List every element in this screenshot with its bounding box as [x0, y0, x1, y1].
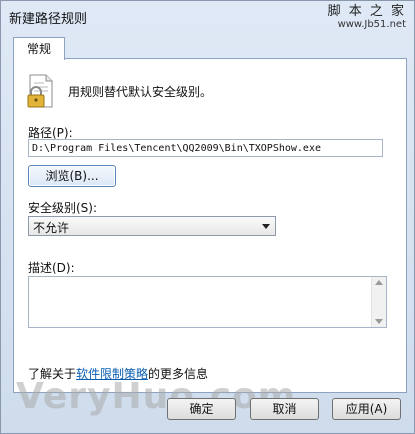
apply-button[interactable]: 应用(A): [332, 398, 401, 420]
vertical-scrollbar[interactable]: [371, 277, 386, 327]
software-restriction-policy-link[interactable]: 软件限制策略: [76, 367, 148, 381]
security-level-value: 不允许: [33, 221, 70, 235]
title-bar[interactable]: 新建路径规则 脚 本 之 家 www.Jb51.net: [1, 1, 414, 31]
tab-general[interactable]: 常规: [13, 37, 65, 60]
scroll-down-icon[interactable]: [375, 319, 383, 324]
cancel-button[interactable]: 取消: [250, 398, 319, 420]
description-label: 描述(D):: [28, 261, 75, 275]
watermark-line2: www.Jb51.net: [337, 19, 406, 30]
learn-prefix: 了解关于: [28, 367, 77, 381]
general-panel: 用规则替代默认安全级别。 路径(P): D:\Program Files\Ten…: [13, 58, 407, 393]
security-level-label: 安全级别(S):: [28, 201, 98, 215]
watermark-top: 脚 本 之 家 www.Jb51.net: [328, 5, 406, 31]
watermark-line1: 脚 本 之 家: [327, 4, 406, 19]
chevron-down-icon: [262, 224, 270, 229]
ok-button[interactable]: 确定: [167, 398, 236, 420]
lock-document-icon: [27, 74, 53, 108]
learn-suffix: 的更多信息: [148, 367, 209, 381]
dialog-window: 新建路径规则 脚 本 之 家 www.Jb51.net 常规 用规则替代默认安全…: [0, 0, 415, 434]
path-input[interactable]: D:\Program Files\Tencent\QQ2009\Bin\TXOP…: [28, 139, 383, 157]
browse-button[interactable]: 浏览(B)...: [28, 165, 116, 187]
security-level-select[interactable]: 不允许: [28, 216, 276, 236]
window-title: 新建路径规则: [9, 12, 88, 27]
rule-description: 用规则替代默认安全级别。: [68, 85, 213, 99]
learn-more-text: 了解关于软件限制策略的更多信息: [28, 365, 208, 382]
description-textarea[interactable]: [28, 276, 387, 328]
scroll-up-icon[interactable]: [375, 280, 383, 285]
